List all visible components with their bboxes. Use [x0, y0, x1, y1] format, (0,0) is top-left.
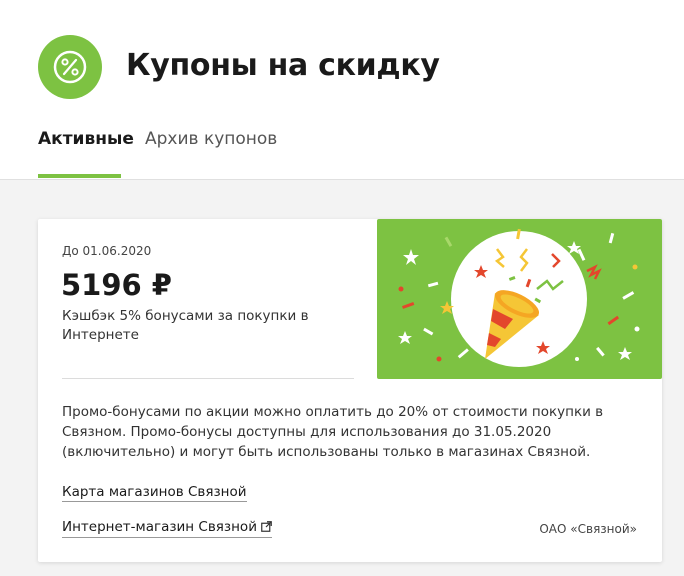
- coupon-cashback-text: Кэшбэк 5% бонусами за покупки в Интернет…: [62, 308, 309, 343]
- stores-map-link-label: Карта магазинов Связной: [62, 484, 247, 500]
- page-title: Купоны на скидку: [126, 48, 440, 83]
- page-header: Купоны на скидку Активные Архив купонов: [0, 0, 684, 180]
- coupon-card: До 01.06.2020 5196 ₽ Кэшбэк 5% бонусами …: [38, 219, 662, 562]
- external-link-icon: [261, 520, 272, 536]
- tab-active[interactable]: Активные: [38, 129, 134, 149]
- stores-map-link[interactable]: Карта магазинов Связной: [62, 484, 247, 502]
- online-shop-link-label: Интернет-магазин Связной: [62, 519, 257, 535]
- coupon-valid-until: До 01.06.2020: [62, 244, 152, 258]
- promo-description: Промо-бонусами по акции можно оплатить д…: [62, 404, 604, 460]
- percent-icon: [38, 35, 102, 99]
- coupon-amount: 5196 ₽: [61, 268, 172, 302]
- divider: [62, 378, 354, 379]
- company-name: ОАО «Связной»: [539, 522, 637, 536]
- party-popper-icon: [377, 219, 662, 379]
- tab-archive[interactable]: Архив купонов: [145, 129, 277, 149]
- online-shop-link[interactable]: Интернет-магазин Связной: [62, 519, 272, 538]
- active-tab-indicator: [38, 174, 121, 178]
